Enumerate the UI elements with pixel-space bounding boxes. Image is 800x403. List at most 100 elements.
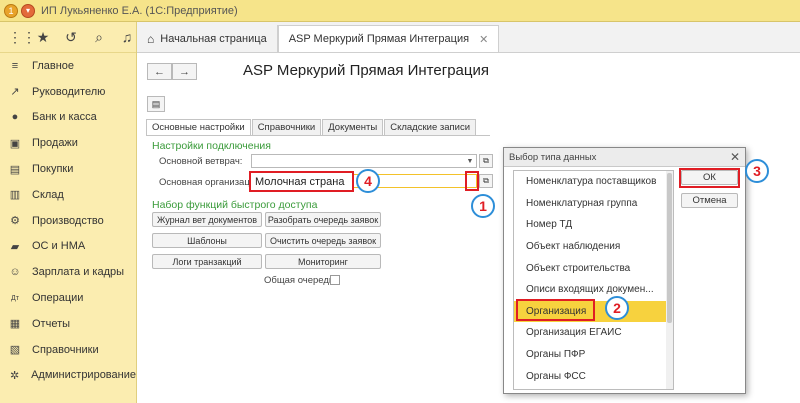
list-item[interactable]: Органы ПФР: [514, 344, 673, 366]
sidebar-item-label: Производство: [32, 214, 104, 227]
sidebar-item[interactable]: ▥ Склад: [0, 182, 136, 208]
app-logo-icon[interactable]: 1: [4, 3, 18, 18]
open-icon: ⧉: [483, 176, 489, 185]
callout-4: 4: [356, 169, 380, 193]
scrollbar-thumb[interactable]: [667, 173, 672, 323]
sidebar-item-label: Банк и касса: [32, 111, 97, 124]
form-tabs: Основные настройки Справочники Документы…: [146, 119, 477, 135]
vet-open-button[interactable]: ⧉: [479, 154, 493, 168]
list-item[interactable]: Описи входящих докумен...: [514, 279, 673, 301]
star-icon[interactable]: ★: [36, 29, 50, 46]
tab-home[interactable]: ⌂ Начальная страница: [137, 25, 278, 52]
cart-icon: ▣: [9, 137, 21, 150]
monitoring-button[interactable]: Мониторинг: [265, 254, 381, 269]
sidebar-item-label: Зарплата и кадры: [32, 266, 125, 279]
sidebar-item[interactable]: ✲ Администрирование: [0, 363, 136, 389]
data-type-dialog: Выбор типа данных ✕ Номенклатура поставщ…: [503, 147, 746, 394]
queue-checkbox[interactable]: [330, 275, 340, 285]
warehouse-icon: ▥: [9, 189, 21, 202]
sidebar-item[interactable]: ≡ Главное: [0, 53, 136, 79]
org-select-button-highlight[interactable]: [465, 171, 479, 191]
tab-asp-mercury-label: ASP Меркурий Прямая Интеграция: [288, 33, 470, 45]
sidebar-item[interactable]: ▰ ОС и НМА: [0, 234, 136, 260]
sidebar-item-label: Справочники: [32, 343, 99, 356]
save-button[interactable]: ▤: [147, 96, 165, 112]
gear-icon: ✲: [9, 369, 20, 382]
cancel-button[interactable]: Отмена: [681, 193, 738, 208]
list-item[interactable]: Номер ТД: [514, 214, 673, 236]
tab-asp-mercury[interactable]: ASP Меркурий Прямая Интеграция ✕: [277, 25, 500, 52]
sidebar-item-label: Руководителю: [32, 85, 106, 98]
callout-3: 3: [745, 159, 769, 183]
arrow-left-icon: ←: [154, 65, 165, 78]
sidebar-item[interactable]: ☺ Зарплата и кадры: [0, 259, 136, 285]
close-tab-icon[interactable]: ✕: [479, 33, 488, 46]
sidebar-menu: ≡ Главное ↗ Руководителю ● Банк и касса ▣ Прода…: [0, 53, 136, 388]
tab-main-settings[interactable]: Основные настройки: [146, 119, 251, 135]
org-label: Основная организация:: [159, 177, 263, 188]
templates-button[interactable]: Шаблоны: [152, 233, 262, 248]
vet-label: Основной ветврач:: [159, 156, 243, 167]
vet-docs-journal-button[interactable]: Журнал вет документов: [152, 212, 262, 227]
sidebar-item[interactable]: ▧ Справочники: [0, 337, 136, 363]
tab-warehouse-records[interactable]: Складские записи: [384, 119, 477, 135]
chevron-down-icon[interactable]: ▼: [464, 155, 476, 167]
sidebar-item-label: Администрирование: [31, 369, 136, 382]
sidebar-item[interactable]: ↗ Руководителю: [0, 79, 136, 105]
basket-icon: ▤: [9, 163, 21, 176]
apps-grid-icon[interactable]: ⋮⋮: [8, 29, 36, 46]
list-item[interactable]: Номенклатура поставщиков: [514, 171, 673, 193]
vet-field[interactable]: ▼: [251, 154, 477, 168]
org-field-value: Молочная страна: [255, 175, 345, 188]
close-icon[interactable]: ✕: [730, 150, 740, 164]
list-item[interactable]: Организация ЕГАИС: [514, 322, 673, 344]
tabs-bar: ⌂ Начальная страница ASP Меркурий Прямая…: [137, 22, 800, 53]
dialog-title-bar: Выбор типа данных ✕: [504, 148, 745, 167]
parse-queue-button[interactable]: Разобрать очередь заявок: [265, 212, 381, 227]
sidebar-item[interactable]: ▤ Покупки: [0, 156, 136, 182]
arrow-right-icon: →: [179, 65, 190, 78]
sidebar-item-label: Покупки: [32, 163, 74, 176]
sidebar-item-label: ОС и НМА: [32, 240, 86, 253]
transaction-logs-button[interactable]: Логи транзакций: [152, 254, 262, 269]
selected-item-highlight: [516, 299, 595, 321]
data-type-items: Номенклатура поставщиков Номенклатурная г…: [514, 171, 673, 387]
reports-icon: ▦: [9, 318, 21, 331]
org-open-button[interactable]: ⧉: [479, 174, 493, 188]
main-menu-icon[interactable]: ▾: [21, 3, 35, 18]
quick-group-title: Набор функций быстрого доступа: [152, 199, 318, 211]
bank-icon: ●: [11, 111, 19, 124]
history-icon[interactable]: ↺: [64, 29, 78, 46]
forward-button[interactable]: →: [172, 63, 197, 80]
back-button[interactable]: ←: [147, 63, 172, 80]
sidebar-item-label: Операции: [32, 292, 84, 305]
list-item[interactable]: Номенклатурная группа: [514, 193, 673, 215]
ok-button[interactable]: ОК: [681, 170, 738, 185]
sidebar-item[interactable]: ▣ Продажи: [0, 130, 136, 156]
bell-icon[interactable]: ♫: [120, 29, 134, 45]
sidebar-item[interactable]: ⚙ Производство: [0, 208, 136, 234]
list-scrollbar[interactable]: [666, 171, 673, 389]
sidebar-item-label: Склад: [32, 188, 64, 201]
callout-2: 2: [605, 296, 629, 320]
data-type-list[interactable]: Номенклатура поставщиков Номенклатурная г…: [513, 170, 674, 390]
factory-icon: ⚙: [10, 215, 20, 228]
list-item[interactable]: Органы ФСС: [514, 365, 673, 387]
sidebar-item-label: Главное: [32, 59, 75, 72]
sidebar-item[interactable]: ▦ Отчеты: [0, 311, 136, 337]
sidebar-item[interactable]: Дт Операции: [0, 285, 136, 311]
list-item[interactable]: Объект строительства: [514, 257, 673, 279]
sidebar-item[interactable]: ● Банк и касса: [0, 105, 136, 131]
tab-catalogs[interactable]: Справочники: [251, 119, 322, 135]
list-item[interactable]: Объект наблюдения: [514, 236, 673, 258]
search-icon[interactable]: ⌕: [92, 29, 106, 46]
dtkt-icon: Дт: [11, 294, 19, 302]
sidebar: ⋮⋮ ★ ↺ ⌕ ♫ ≡ Главное ↗ Руководителю ● Банк и …: [0, 22, 137, 403]
truck-icon: ▰: [10, 240, 20, 253]
clear-queue-button[interactable]: Очистить очередь заявок: [265, 233, 381, 248]
sidebar-toolbar: ⋮⋮ ★ ↺ ⌕ ♫: [0, 22, 136, 53]
tab-documents[interactable]: Документы: [322, 119, 384, 135]
org-field-highlight[interactable]: Молочная страна: [249, 171, 354, 192]
nav-buttons: ← →: [147, 63, 197, 80]
tab-home-label: Начальная страница: [160, 32, 267, 45]
